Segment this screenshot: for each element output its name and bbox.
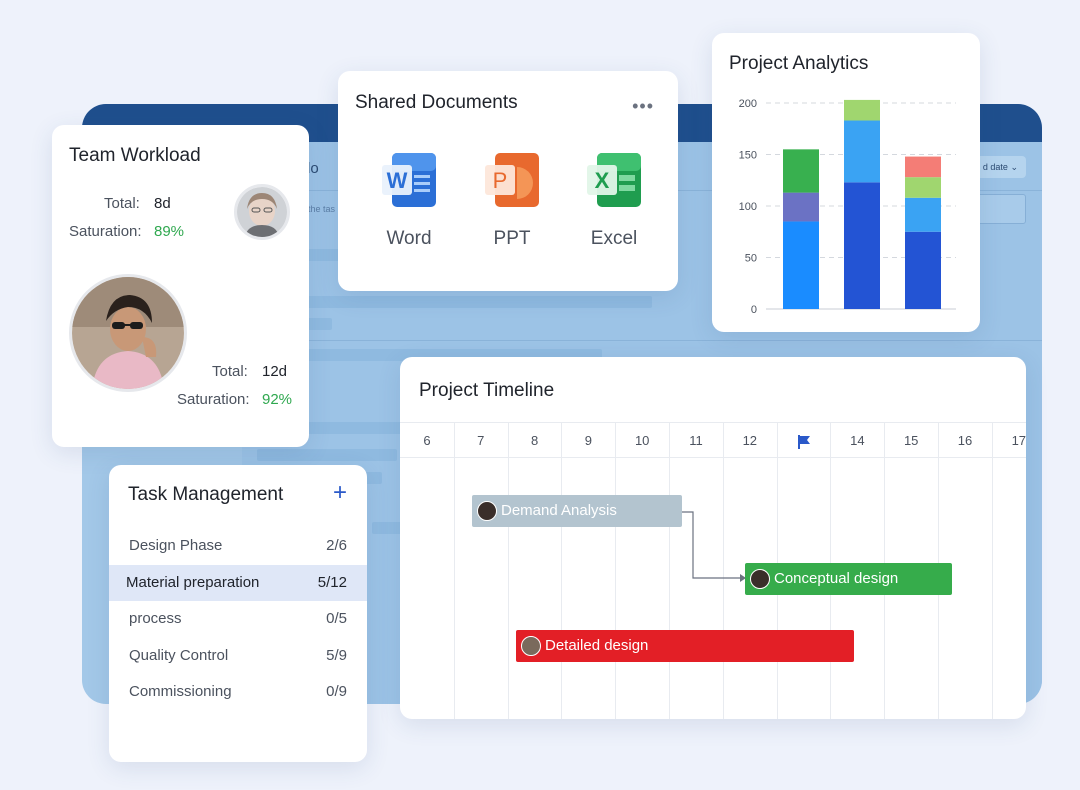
y-tick-label: 150 [739, 150, 757, 162]
background-search-hint: the tas [308, 204, 336, 214]
task-name: Commissioning [129, 683, 232, 700]
list-item[interactable]: Quality Control 5/9 [109, 638, 367, 674]
ppt-icon: P [485, 153, 539, 207]
member-1-total-value: 8d [154, 195, 171, 212]
task-bar-detailed-design[interactable]: Detailed design [516, 630, 854, 662]
excel-label: Excel [590, 228, 638, 249]
avatar [750, 569, 770, 589]
ppt-label: PPT [493, 228, 531, 249]
bar-segment[interactable] [783, 192, 819, 222]
avatar [521, 636, 541, 656]
member-2-total-value: 12d [262, 363, 288, 380]
member-2-avatar[interactable] [69, 274, 187, 392]
member-1-avatar[interactable] [234, 184, 290, 240]
word-icon: W [382, 153, 436, 207]
background-row [257, 449, 397, 461]
member-1-saturation-value: 89% [154, 223, 185, 240]
list-item[interactable]: Design Phase 2/6 [109, 528, 367, 564]
task-management-card: Task Management + Design Phase 2/6 Materia… [109, 465, 367, 762]
member-2-saturation-value: 92% [262, 391, 293, 408]
analytics-chart: 0 50 100 150 200 [739, 98, 956, 316]
list-item[interactable]: process 0/5 [109, 601, 367, 637]
task-count: 5/12 [317, 573, 347, 591]
team-workload-card: Team Workload Total: 8d Saturation: 89% … [52, 125, 309, 447]
ppt-document[interactable]: P PPT [472, 151, 552, 250]
svg-text:P: P [493, 168, 508, 193]
y-tick-label: 0 [751, 304, 757, 316]
task-name: process [129, 610, 182, 627]
shared-documents-title: Shared Documents [355, 92, 518, 113]
background-filter[interactable]: d date ⌄ [974, 156, 1026, 178]
background-row [372, 522, 402, 534]
list-item[interactable]: Material preparation 5/12 [109, 564, 367, 601]
task-management-title: Task Management [128, 484, 284, 505]
task-count: 2/6 [326, 537, 347, 554]
y-tick-label: 50 [745, 253, 757, 265]
member-2-saturation-label: Saturation: [177, 391, 250, 408]
y-tick-label: 100 [739, 201, 757, 213]
background-row [302, 296, 652, 308]
dependency-arrow [682, 511, 746, 582]
bar-segment[interactable] [844, 182, 880, 309]
task-name: Material preparation [126, 573, 260, 591]
bar-segment[interactable] [844, 120, 880, 183]
avatar [477, 501, 497, 521]
y-tick-label: 200 [739, 98, 757, 110]
svg-text:W: W [387, 168, 408, 193]
chevron-down-icon: ⌄ [1010, 162, 1018, 172]
word-document[interactable]: W Word [369, 151, 449, 250]
project-analytics-card: Project Analytics 0 50 100 150 200 [712, 33, 980, 332]
list-item[interactable]: Commissioning 0/9 [109, 674, 367, 710]
bar-segment[interactable] [905, 177, 941, 198]
more-horizontal-icon[interactable]: ••• [632, 96, 654, 117]
excel-icon: X [587, 153, 641, 207]
project-timeline-card: Project Timeline 6 7 8 9 10 11 12 14 15 16 17 Dema… [400, 357, 1026, 719]
task-label: Detailed design [545, 637, 649, 654]
task-count: 5/9 [326, 646, 347, 664]
task-count: 0/5 [326, 610, 347, 627]
member-1-saturation-label: Saturation: [69, 223, 142, 240]
bar-segment[interactable] [844, 99, 880, 121]
task-name: Quality Control [129, 646, 229, 664]
bar-segment[interactable] [905, 197, 941, 232]
task-count: 0/9 [326, 683, 347, 700]
bar-segment[interactable] [905, 156, 941, 178]
shared-documents-card: Shared Documents ••• W Word P PPT X Exce… [338, 71, 678, 291]
bar-segment[interactable] [783, 149, 819, 193]
task-bar-demand-analysis[interactable]: Demand Analysis [472, 495, 682, 527]
member-2-total-label: Total: [212, 363, 248, 380]
bar-segment[interactable] [783, 221, 819, 309]
task-label: Demand Analysis [501, 502, 617, 519]
word-label: Word [386, 228, 432, 249]
plus-icon[interactable]: + [333, 481, 347, 505]
team-workload-title: Team Workload [69, 145, 201, 166]
svg-text:X: X [595, 168, 610, 193]
member-1-total-label: Total: [104, 195, 140, 212]
task-name: Design Phase [129, 537, 223, 554]
background-filter-label: d date [982, 162, 1008, 172]
task-bar-conceptual-design[interactable]: Conceptual design [745, 563, 952, 595]
background-divider [242, 340, 1042, 341]
task-label: Conceptual design [774, 570, 899, 587]
bar-segment[interactable] [905, 231, 941, 309]
excel-document[interactable]: X Excel [574, 151, 654, 250]
